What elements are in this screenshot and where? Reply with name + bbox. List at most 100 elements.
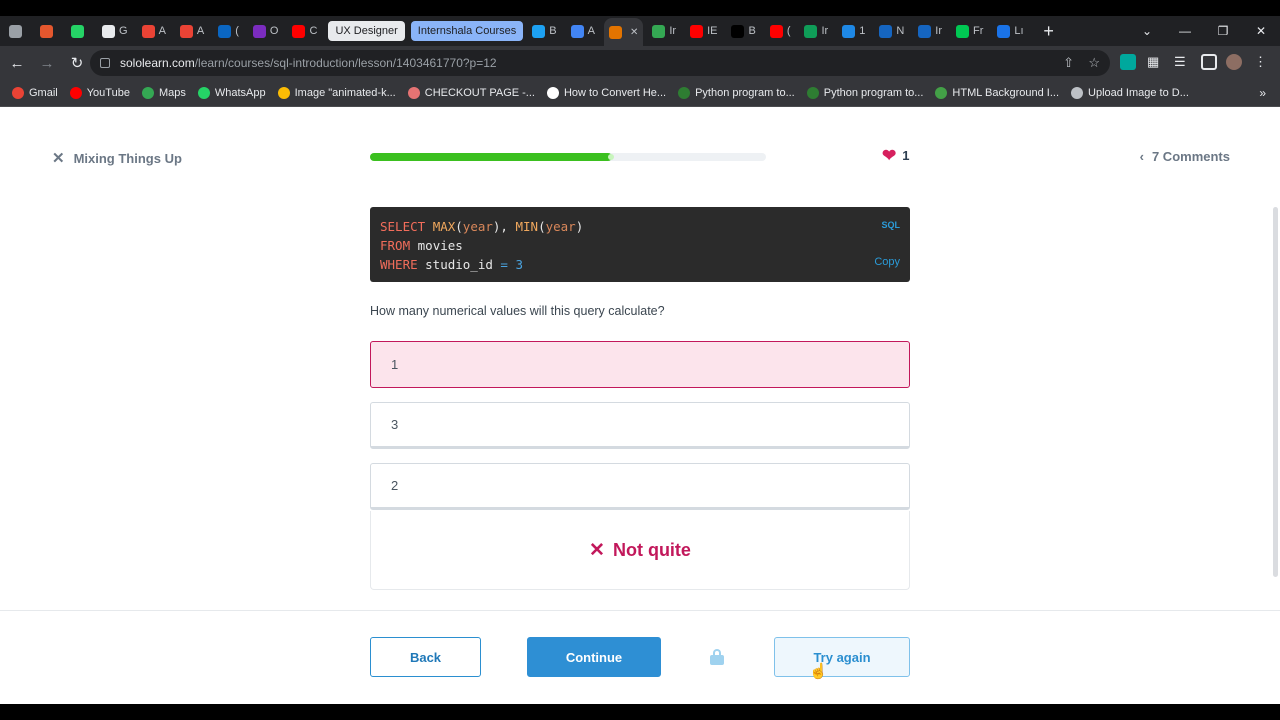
lesson-title: Mixing Things Up	[73, 150, 182, 166]
code-token: ),	[492, 219, 516, 234]
bookmark-favicon-icon	[197, 87, 210, 99]
bookmark-item[interactable]: Upload Image to D...	[1071, 87, 1189, 99]
hearts-counter: ❤ 1	[882, 147, 909, 164]
browser-tab[interactable]: A	[175, 20, 209, 42]
chrome-menu-icon[interactable]: ⋮	[1254, 54, 1270, 70]
browser-tab[interactable]: (	[213, 20, 244, 42]
browser-tab[interactable]: B	[726, 20, 760, 42]
browser-tab[interactable]	[4, 20, 31, 42]
browser-tab[interactable]: Ir	[799, 20, 833, 42]
profile-avatar[interactable]	[1226, 54, 1242, 70]
url-text[interactable]: sololearn.com/learn/courses/sql-introduc…	[120, 56, 497, 70]
tab-group-pill[interactable]: Internshala Courses	[410, 21, 524, 41]
browser-tab[interactable]: Ir	[913, 20, 947, 42]
tab-label: B	[549, 25, 557, 37]
back-button[interactable]: Back	[370, 637, 481, 677]
answer-option[interactable]: 3	[370, 402, 910, 449]
answer-option[interactable]: 1	[370, 341, 910, 388]
browser-tab[interactable]: O	[248, 20, 284, 42]
code-token: MIN	[515, 219, 539, 234]
media-control-icon[interactable]: ☰	[1174, 54, 1190, 70]
code-token: SELECT	[380, 219, 433, 234]
continue-button[interactable]: Continue	[527, 637, 661, 677]
heart-icon: ❤	[882, 146, 897, 165]
browser-tab[interactable]: A	[566, 20, 600, 42]
bookmark-favicon-icon	[12, 87, 24, 99]
close-icon[interactable]: ✕	[52, 149, 65, 167]
reload-icon[interactable]: ↻	[64, 50, 90, 76]
close-tab-icon[interactable]: ✕	[630, 27, 638, 38]
tab-favicon-icon	[179, 24, 193, 38]
browser-tab[interactable]: C	[287, 20, 322, 42]
hand-cursor-icon: ☝	[809, 663, 828, 680]
tab-favicon-icon	[292, 24, 306, 38]
browser-tab[interactable]: Ir	[647, 20, 681, 42]
tab-favicon-icon	[570, 24, 584, 38]
answer-option-label: 3	[391, 417, 399, 432]
bookmark-item[interactable]: YouTube	[69, 87, 130, 99]
copy-code-button[interactable]: Copy	[874, 253, 900, 272]
address-bar[interactable]: sololearn.com/learn/courses/sql-introduc…	[90, 50, 1110, 76]
lesson-header[interactable]: ✕ Mixing Things Up	[52, 149, 182, 167]
tab-favicon-icon	[842, 24, 856, 38]
browser-tab[interactable]: A	[137, 20, 171, 42]
more-bookmarks-icon[interactable]: »	[1259, 86, 1266, 100]
browser-tab[interactable]	[35, 20, 62, 42]
tab-favicon-icon	[769, 24, 783, 38]
bookmark-item[interactable]: Python program to...	[678, 87, 795, 99]
restore-icon[interactable]: ❐	[1204, 16, 1242, 46]
comments-link[interactable]: ‹ 7 Comments	[1140, 149, 1230, 164]
active-browser-tab[interactable]: ✕	[603, 18, 644, 46]
side-panel-icon[interactable]	[1201, 54, 1217, 70]
try-again-button[interactable]: Try again	[774, 637, 910, 677]
tab-favicon-icon	[252, 24, 266, 38]
chevron-left-icon: ‹	[1139, 149, 1144, 164]
bookmark-label: CHECKOUT PAGE -...	[424, 87, 535, 99]
share-icon[interactable]: ⇧	[1063, 55, 1074, 71]
bookmark-item[interactable]: CHECKOUT PAGE -...	[407, 87, 535, 99]
minimize-icon[interactable]: —	[1166, 16, 1204, 46]
page-scrollbar[interactable]	[1273, 207, 1278, 577]
bookmark-item[interactable]: HTML Background I...	[935, 87, 1059, 99]
browser-tab[interactable]: IE	[685, 20, 722, 42]
bookmark-item[interactable]: How to Convert He...	[546, 87, 666, 99]
bookmark-item[interactable]: WhatsApp	[197, 87, 266, 99]
tab-label: IE	[707, 25, 718, 37]
forward-arrow-icon[interactable]: →	[34, 50, 60, 76]
window-close-icon[interactable]: ✕	[1242, 16, 1280, 46]
tab-label: Ir	[669, 25, 677, 37]
browser-tab[interactable]: G	[97, 20, 133, 42]
back-arrow-icon[interactable]: ←	[4, 50, 30, 76]
answer-option[interactable]: 2	[370, 463, 910, 510]
bookmark-star-icon[interactable]: ☆	[1088, 55, 1100, 71]
new-tab-icon[interactable]: +	[1039, 21, 1059, 42]
code-token: =	[500, 257, 516, 272]
bookmark-item[interactable]: Image "animated-k...	[277, 87, 396, 99]
browser-tab[interactable]: B	[527, 20, 561, 42]
tab-label: G	[119, 25, 128, 37]
tab-label: 1	[859, 25, 866, 37]
tab-label: B	[748, 25, 756, 37]
tab-search-icon[interactable]: ⌄	[1128, 16, 1166, 46]
code-token: year	[462, 219, 493, 234]
browser-tab[interactable]: 1	[837, 20, 870, 42]
tab-group-pill[interactable]: UX Designer	[328, 21, 405, 41]
tab-favicon-icon	[956, 24, 970, 38]
bookmark-label: Maps	[158, 87, 186, 99]
browser-tab[interactable]: N	[874, 20, 909, 42]
bookmark-item[interactable]: Gmail	[12, 87, 58, 99]
extension-icon[interactable]	[1120, 54, 1136, 70]
lesson-page: ✕ Mixing Things Up ❤ 1 ‹ 7 Comments SELE…	[0, 107, 1280, 704]
code-token: 3	[515, 257, 524, 272]
bookmark-item[interactable]: Python program to...	[806, 87, 923, 99]
browser-tab[interactable]: Fr	[951, 20, 988, 42]
tab-label: C	[309, 25, 318, 37]
browser-tab[interactable]: (	[765, 20, 796, 42]
code-token: MAX	[432, 219, 456, 234]
bookmark-item[interactable]: Maps	[141, 87, 186, 99]
lesson-progress-bar	[370, 153, 766, 161]
browser-tab[interactable]	[66, 20, 93, 42]
puzzle-extensions-icon[interactable]: ▦	[1147, 54, 1163, 70]
tab-label: N	[896, 25, 905, 37]
browser-tab[interactable]: Lı	[992, 20, 1028, 42]
